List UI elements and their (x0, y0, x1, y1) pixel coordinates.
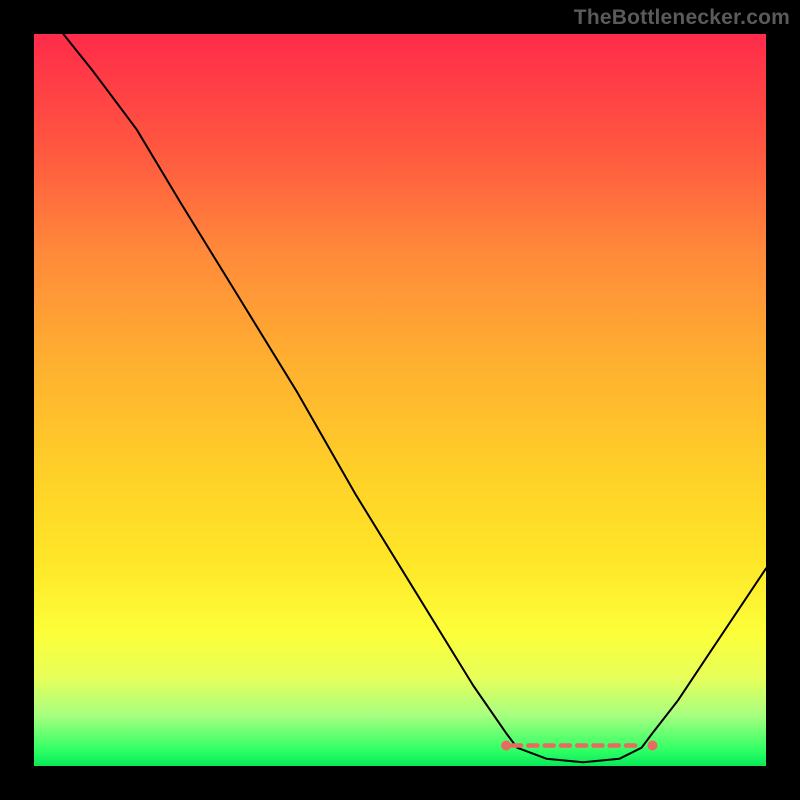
plot-gradient-background (34, 34, 766, 766)
watermark-text: TheBottlenecker.com (574, 6, 790, 30)
chart-container: TheBottlenecker.com (0, 0, 800, 800)
